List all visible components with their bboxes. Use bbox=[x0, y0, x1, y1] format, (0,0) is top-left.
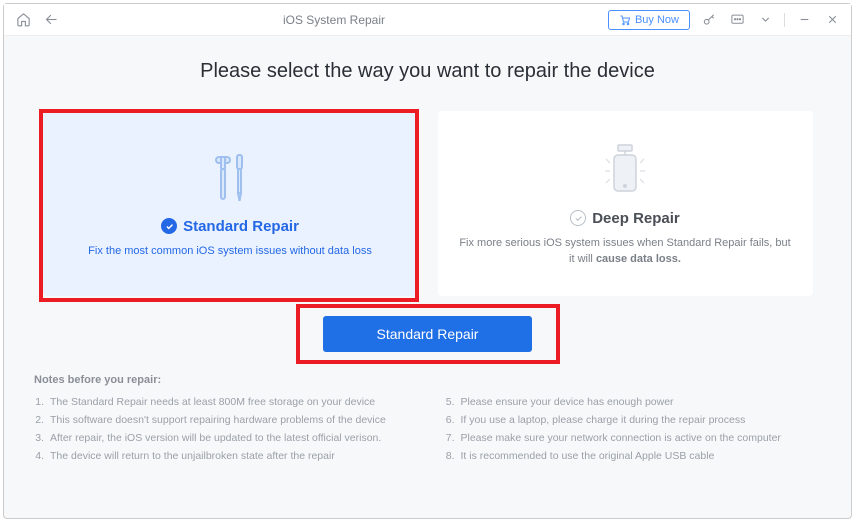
notes-section: 1.The Standard Repair needs at least 800… bbox=[32, 394, 823, 465]
repair-options: Standard Repair Fix the most common iOS … bbox=[32, 111, 823, 296]
app-window: iOS System Repair Buy Now bbox=[3, 3, 852, 519]
cart-icon bbox=[619, 14, 631, 26]
chevron-down-icon[interactable] bbox=[756, 11, 774, 29]
note-item: 7.Please make sure your network connecti… bbox=[443, 430, 824, 448]
standard-card-wrap: Standard Repair Fix the most common iOS … bbox=[43, 111, 418, 296]
note-item: 3.After repair, the iOS version will be … bbox=[32, 430, 413, 448]
note-item: 1.The Standard Repair needs at least 800… bbox=[32, 394, 413, 412]
standard-repair-desc: Fix the most common iOS system issues wi… bbox=[88, 243, 372, 260]
minimize-icon[interactable] bbox=[795, 11, 813, 29]
feedback-icon[interactable] bbox=[728, 11, 746, 29]
deep-repair-card[interactable]: Deep Repair Fix more serious iOS system … bbox=[438, 111, 813, 296]
action-row: Standard Repair bbox=[32, 316, 823, 352]
note-item: 4.The device will return to the unjailbr… bbox=[32, 448, 413, 466]
page-title: Please select the way you want to repair… bbox=[32, 60, 823, 83]
close-icon[interactable] bbox=[823, 11, 841, 29]
standard-repair-title: Standard Repair bbox=[183, 218, 299, 235]
content-area: Please select the way you want to repair… bbox=[4, 36, 851, 518]
highlight-action bbox=[296, 304, 560, 364]
tools-icon bbox=[209, 148, 251, 208]
titlebar: iOS System Repair Buy Now bbox=[4, 4, 851, 36]
divider bbox=[784, 13, 785, 27]
note-item: 6.If you use a laptop, please charge it … bbox=[443, 412, 824, 430]
check-icon bbox=[161, 218, 177, 234]
notes-title: Notes before you repair: bbox=[32, 374, 823, 386]
note-item: 2.This software doesn't support repairin… bbox=[32, 412, 413, 430]
key-icon[interactable] bbox=[700, 11, 718, 29]
deep-card-wrap: Deep Repair Fix more serious iOS system … bbox=[438, 111, 813, 296]
back-icon[interactable] bbox=[42, 11, 60, 29]
note-item: 5.Please ensure your device has enough p… bbox=[443, 394, 824, 412]
home-icon[interactable] bbox=[14, 11, 32, 29]
buy-now-label: Buy Now bbox=[635, 14, 679, 26]
standard-repair-card[interactable]: Standard Repair Fix the most common iOS … bbox=[43, 111, 418, 296]
check-icon bbox=[570, 210, 586, 226]
buy-now-button[interactable]: Buy Now bbox=[608, 10, 690, 30]
deep-repair-title: Deep Repair bbox=[592, 210, 680, 227]
device-icon bbox=[600, 140, 650, 200]
deep-repair-desc: Fix more serious iOS system issues when … bbox=[458, 235, 793, 268]
window-title: iOS System Repair bbox=[68, 13, 600, 27]
note-item: 8.It is recommended to use the original … bbox=[443, 448, 824, 466]
